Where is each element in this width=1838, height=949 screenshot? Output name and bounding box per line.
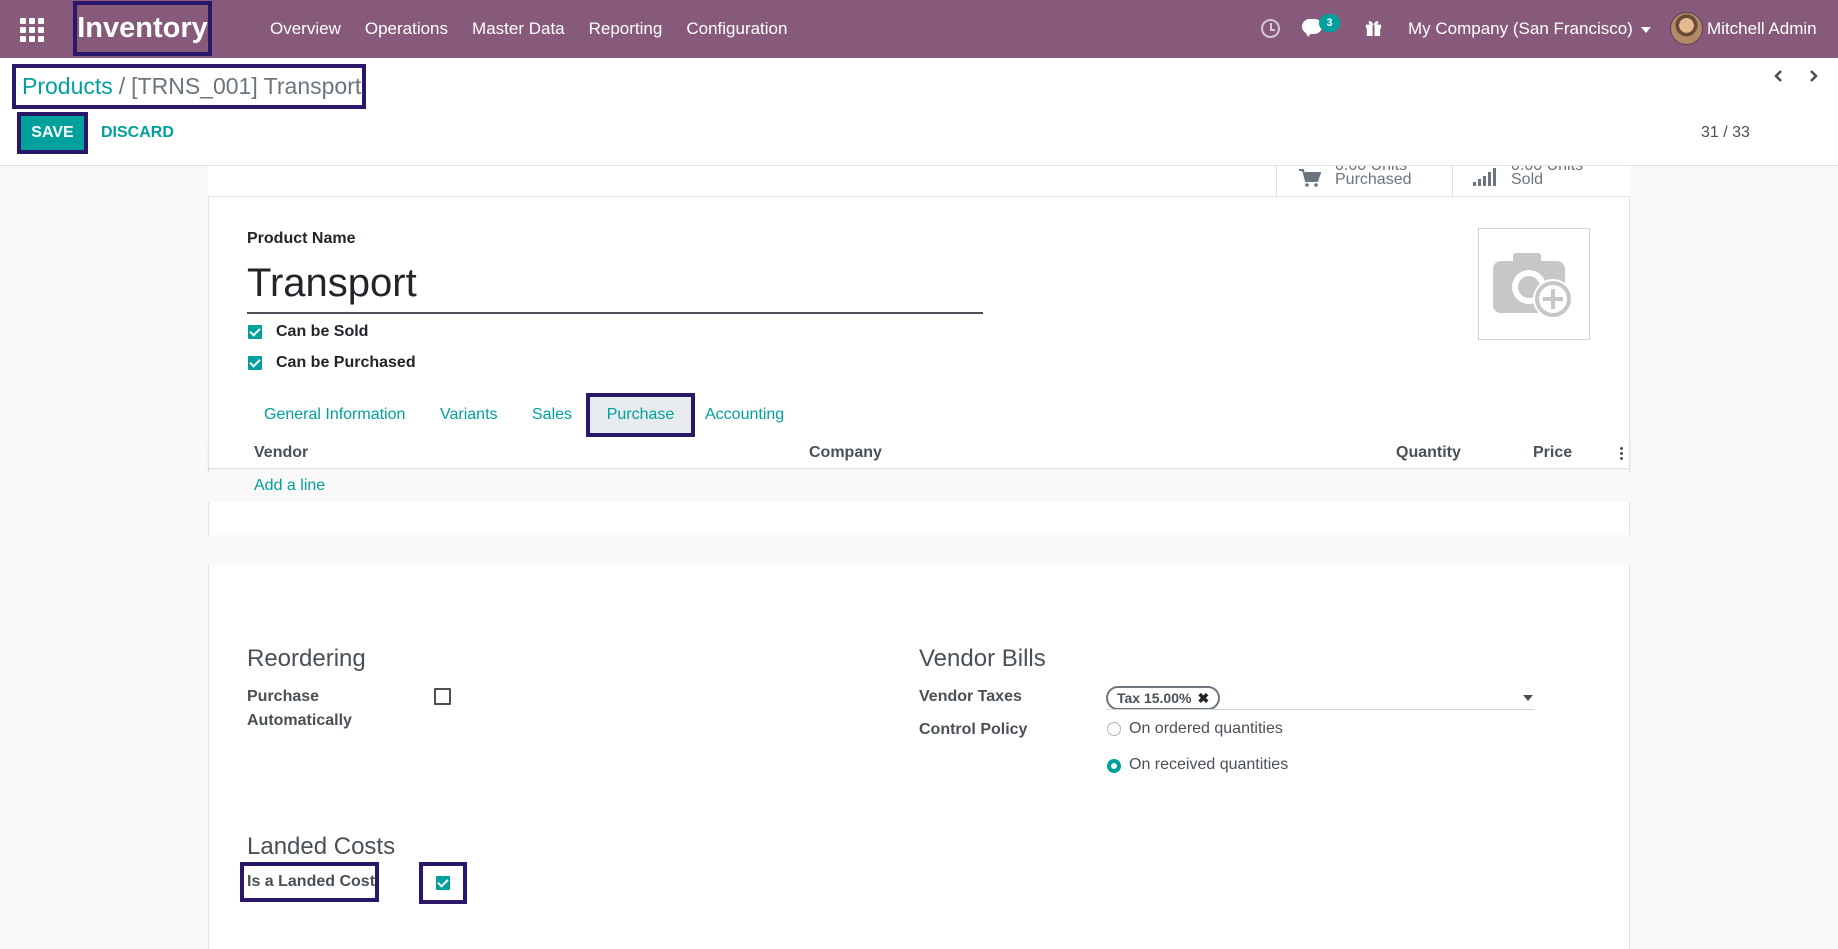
tab-purchase[interactable]: Purchase <box>586 393 695 437</box>
tab-accounting[interactable]: Accounting <box>705 393 784 437</box>
menu-overview[interactable]: Overview <box>258 0 353 58</box>
radio-received-quantities[interactable] <box>1107 759 1121 773</box>
sold-stat-label: Sold <box>1511 171 1544 188</box>
can-be-sold-checkbox[interactable] <box>248 325 262 339</box>
can-be-sold-label: Can be Sold <box>276 323 369 340</box>
pager-value[interactable]: 31 / 33 <box>1701 116 1750 150</box>
camera-add-icon <box>1493 253 1573 319</box>
main-menu: Overview Operations Master Data Reportin… <box>258 0 799 58</box>
breadcrumb-products-link[interactable]: Products <box>22 73 113 99</box>
ordered-quantities-label: On ordered quantities <box>1129 720 1283 737</box>
company-name: My Company (San Francisco) <box>1408 19 1633 38</box>
pager-next-icon[interactable] <box>1806 69 1820 83</box>
table-row <box>208 472 1630 502</box>
sold-stat-button[interactable]: 0.00 Units Sold <box>1452 166 1630 197</box>
gift-icon[interactable] <box>1364 18 1383 37</box>
tab-general-information[interactable]: General Information <box>264 393 405 437</box>
product-name-label: Product Name <box>247 230 356 247</box>
column-quantity[interactable]: Quantity <box>1396 437 1461 469</box>
menu-reporting[interactable]: Reporting <box>577 0 675 58</box>
tab-variants[interactable]: Variants <box>440 393 498 437</box>
product-image-field[interactable] <box>1478 228 1590 340</box>
remove-tag-icon[interactable]: ✖ <box>1197 690 1209 706</box>
top-navbar: Inventory Overview Operations Master Dat… <box>0 0 1838 58</box>
tax-tag-label: Tax 15.00% <box>1117 690 1192 706</box>
reordering-title: Reordering <box>247 645 366 672</box>
breadcrumb-current: [TRNS_001] Transport <box>131 73 362 99</box>
chevron-down-icon[interactable] <box>1523 695 1533 701</box>
column-vendor[interactable]: Vendor <box>254 437 308 469</box>
table-row <box>208 535 1630 565</box>
purchase-automatically-label-line1: Purchase <box>247 688 320 705</box>
menu-configuration[interactable]: Configuration <box>674 0 799 58</box>
pager-previous-icon[interactable] <box>1772 69 1786 83</box>
activity-clock-icon[interactable] <box>1261 19 1280 38</box>
is-landed-cost-checkbox[interactable] <box>436 876 450 890</box>
purchased-stat-label: Purchased <box>1335 171 1412 188</box>
vendor-bills-title: Vendor Bills <box>919 645 1046 672</box>
menu-master-data[interactable]: Master Data <box>460 0 577 58</box>
company-switcher[interactable]: My Company (San Francisco) <box>1408 0 1651 58</box>
chevron-down-icon <box>1640 26 1651 33</box>
breadcrumb-separator: / <box>118 73 126 99</box>
column-company[interactable]: Company <box>809 437 882 469</box>
add-a-line-link[interactable]: Add a line <box>254 472 325 500</box>
purchase-automatically-label-line2: Automatically <box>247 712 352 729</box>
can-be-purchased-checkbox[interactable] <box>248 356 262 370</box>
column-price[interactable]: Price <box>1533 437 1572 469</box>
app-name[interactable]: Inventory <box>73 1 212 56</box>
received-quantities-label: On received quantities <box>1129 756 1289 773</box>
tax-tag[interactable]: Tax 15.00% ✖ <box>1106 686 1221 710</box>
user-menu[interactable]: Mitchell Admin <box>1707 0 1817 58</box>
apps-menu-icon[interactable] <box>18 16 44 42</box>
messaging-count-badge: 3 <box>1319 14 1340 32</box>
avatar[interactable] <box>1670 12 1703 45</box>
is-landed-cost-label: Is a Landed Cost <box>247 873 376 890</box>
vendor-taxes-input[interactable] <box>1106 709 1535 710</box>
landed-costs-title: Landed Costs <box>247 833 396 860</box>
product-name-input[interactable]: Transport <box>247 256 983 314</box>
vendor-taxes-label: Vendor Taxes <box>919 688 1022 705</box>
menu-operations[interactable]: Operations <box>353 0 460 58</box>
breadcrumb: Products / [TRNS_001] Transport <box>12 64 366 109</box>
tab-sales[interactable]: Sales <box>532 393 572 437</box>
control-policy-label: Control Policy <box>919 721 1028 738</box>
shopping-cart-icon <box>1299 169 1321 187</box>
optional-columns-icon[interactable] <box>1620 447 1624 461</box>
radio-ordered-quantities[interactable] <box>1107 722 1121 736</box>
discard-button[interactable]: DISCARD <box>101 116 174 150</box>
signal-bars-icon <box>1473 168 1496 186</box>
save-button[interactable]: SAVE <box>17 112 88 154</box>
control-panel: Products / [TRNS_001] Transport SAVE DISCA… <box>0 58 1838 166</box>
purchased-stat-button[interactable]: 0.00 Units Purchased <box>1276 166 1453 197</box>
can-be-purchased-label: Can be Purchased <box>276 354 416 371</box>
purchase-automatically-checkbox[interactable] <box>434 688 451 705</box>
vendor-table-header: Vendor Company Quantity Price <box>208 437 1630 469</box>
